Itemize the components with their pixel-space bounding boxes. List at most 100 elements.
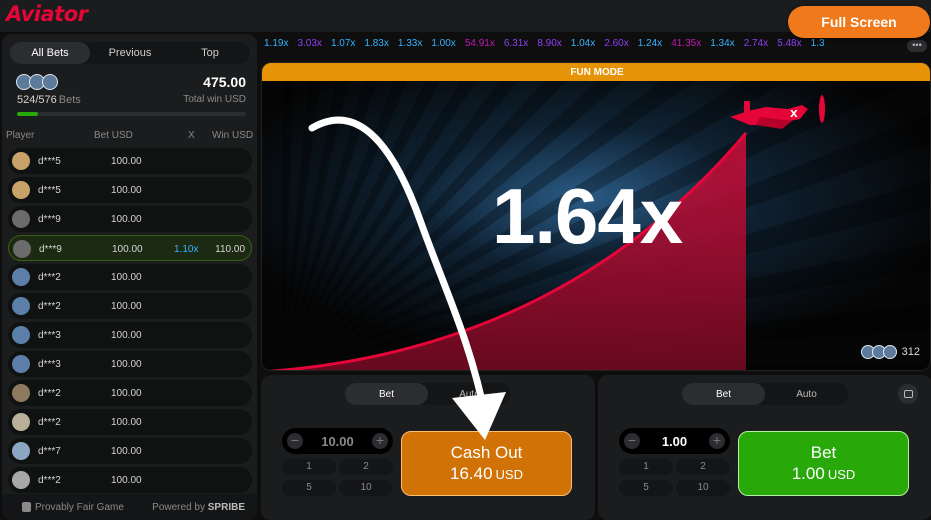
tab-auto[interactable]: Auto xyxy=(765,383,848,405)
history-multiplier[interactable]: 2.60x xyxy=(604,38,628,54)
bet-row: d***7 100.00 xyxy=(8,438,252,464)
tab-all-bets[interactable]: All Bets xyxy=(10,42,90,64)
cash-out-button[interactable]: Cash Out 16.40 USD xyxy=(401,431,572,496)
bets-count: 524/576 Bets xyxy=(17,94,81,106)
history-multiplier[interactable]: 3.03x xyxy=(297,38,321,54)
bet-row: d***5 100.00 xyxy=(8,177,252,203)
player-avatar xyxy=(12,384,30,402)
player-avatar xyxy=(12,326,30,344)
history-multiplier[interactable]: 5.48x xyxy=(777,38,801,54)
history-multiplier[interactable]: 41.35x xyxy=(671,38,701,54)
history-multiplier[interactable]: 6.31x xyxy=(504,38,528,54)
bet-panel-2: Bet Auto − 1.00 + 1 2 5 10 Bet 1.00 USD xyxy=(598,375,931,520)
quick-amount-button[interactable]: 2 xyxy=(339,459,393,475)
bet-panel-2-tabs: Bet Auto xyxy=(682,383,848,405)
multiplier-history: 1.19x 3.03x 1.07x 1.83x 1.33x 1.00x 54.91x 6.31… xyxy=(264,38,910,54)
tab-auto[interactable]: Auto xyxy=(428,383,511,405)
quick-amount-button[interactable]: 5 xyxy=(619,480,673,496)
player-name: d***5 xyxy=(38,156,61,167)
currency-label: USD xyxy=(827,467,856,482)
bet-label: Bet xyxy=(810,443,837,462)
player-name: d***3 xyxy=(38,330,61,341)
history-multiplier[interactable]: 1.33x xyxy=(398,38,422,54)
column-bet: Bet USD xyxy=(94,130,133,141)
column-player: Player xyxy=(6,130,35,141)
player-name: d***9 xyxy=(39,244,62,255)
player-name: d***2 xyxy=(38,417,61,428)
game-canvas: FUN MODE X 1.64x 312 xyxy=(261,62,931,371)
increase-button[interactable]: + xyxy=(372,433,388,449)
bets-count-value: 524/576 xyxy=(17,94,57,106)
bets-tabs: All Bets Previous Top xyxy=(10,42,250,64)
bet-amount: 100.00 xyxy=(111,301,142,312)
svg-text:X: X xyxy=(790,109,798,120)
player-avatar xyxy=(12,355,30,373)
quick-amount-button[interactable]: 10 xyxy=(339,480,393,496)
player-name: d***2 xyxy=(38,272,61,283)
bet-row: d***3 100.00 xyxy=(8,322,252,348)
quick-amount-button[interactable]: 1 xyxy=(282,459,336,475)
bettor-avatars xyxy=(16,74,58,90)
player-avatar xyxy=(12,268,30,286)
bets-progress-fill xyxy=(17,112,38,116)
history-multiplier[interactable]: 8.90x xyxy=(537,38,561,54)
history-multiplier[interactable]: 1.83x xyxy=(364,38,388,54)
history-multiplier[interactable]: 1.04x xyxy=(571,38,595,54)
bet-row: d***2 100.00 xyxy=(8,264,252,290)
history-multiplier[interactable]: 1.3 xyxy=(811,38,825,54)
bet-panel-1: Bet Auto − 10.00 + 1 2 5 10 Cash Out 16.… xyxy=(261,375,595,520)
bet-amount: 100.00 xyxy=(111,446,142,457)
increase-button[interactable]: + xyxy=(709,433,725,449)
bet-button-amount: 1.00 xyxy=(791,464,825,483)
bet-amount: 100.00 xyxy=(111,417,142,428)
bets-panel: All Bets Previous Top 524/576 Bets 475.00… xyxy=(2,34,257,520)
player-name: d***2 xyxy=(38,301,61,312)
player-avatar xyxy=(12,152,30,170)
player-name: d***5 xyxy=(38,185,61,196)
quick-amount-button[interactable]: 5 xyxy=(282,480,336,496)
tab-bet[interactable]: Bet xyxy=(345,383,428,405)
full-screen-button[interactable]: Full Screen xyxy=(788,6,930,38)
remove-panel-icon[interactable] xyxy=(898,384,918,404)
player-name: d***7 xyxy=(38,446,61,457)
history-multiplier[interactable]: 1.00x xyxy=(431,38,455,54)
history-multiplier[interactable]: 1.19x xyxy=(264,38,288,54)
bet-amount: 100.00 xyxy=(112,244,143,255)
bet-amount-stepper: − 1.00 + xyxy=(619,428,730,454)
tab-top[interactable]: Top xyxy=(170,42,250,64)
history-multiplier[interactable]: 54.91x xyxy=(465,38,495,54)
place-bet-button[interactable]: Bet 1.00 USD xyxy=(738,431,909,496)
bet-amount: 100.00 xyxy=(111,475,142,486)
win-amount: 110.00 xyxy=(215,244,245,255)
bet-row: d***2 100.00 xyxy=(8,467,252,493)
bet-panel-1-tabs: Bet Auto xyxy=(345,383,511,405)
current-multiplier: 1.64x xyxy=(492,172,683,260)
shield-icon xyxy=(22,502,31,512)
cash-out-amount: 16.40 xyxy=(450,464,493,483)
tab-previous[interactable]: Previous xyxy=(90,42,170,64)
avatar xyxy=(882,345,897,359)
quick-amount-button[interactable]: 10 xyxy=(676,480,730,496)
cash-out-label: Cash Out xyxy=(450,443,523,462)
tab-bet[interactable]: Bet xyxy=(682,383,765,405)
bet-row: d***2 100.00 xyxy=(8,293,252,319)
history-multiplier[interactable]: 1.24x xyxy=(638,38,662,54)
bet-amount: 100.00 xyxy=(111,272,142,283)
bet-amount: 100.00 xyxy=(111,185,142,196)
bet-amount: 100.00 xyxy=(111,330,142,341)
quick-amount-button[interactable]: 1 xyxy=(619,459,673,475)
history-multiplier[interactable]: 1.07x xyxy=(331,38,355,54)
history-multiplier[interactable]: 2.74x xyxy=(744,38,768,54)
more-history-button[interactable]: ••• xyxy=(907,40,927,52)
bet-row: d***5 100.00 xyxy=(8,148,252,174)
history-multiplier[interactable]: 1.34x xyxy=(710,38,734,54)
provably-fair-link[interactable]: Provably Fair Game xyxy=(35,502,124,513)
player-avatar xyxy=(12,413,30,431)
player-name: d***2 xyxy=(38,388,61,399)
quick-amount-button[interactable]: 2 xyxy=(676,459,730,475)
powered-by: Powered by SPRIBE xyxy=(152,502,245,513)
column-multiplier: X xyxy=(188,130,195,141)
bet-amount-row: 1.00 USD xyxy=(792,464,856,484)
bet-row: d***3 100.00 xyxy=(8,351,252,377)
player-avatar xyxy=(12,210,30,228)
